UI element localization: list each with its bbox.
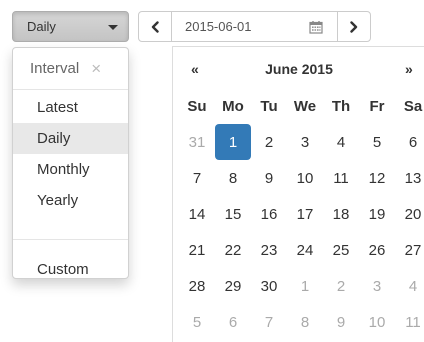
calendar-day[interactable]: 9	[323, 304, 359, 340]
calendar-day-selected[interactable]: 1	[215, 124, 251, 160]
calendar-month-title: June 2015	[265, 61, 333, 77]
calendar-day[interactable]: 31	[179, 124, 215, 160]
calendar-day[interactable]: 10	[359, 304, 395, 340]
menu-item-monthly[interactable]: Monthly	[13, 154, 128, 185]
caret-down-icon	[108, 25, 118, 30]
calendar-week-row: 28 29 30 1 2 3 4	[179, 268, 424, 304]
close-icon[interactable]: ×	[91, 60, 101, 77]
calendar-week-row: 5 6 7 8 9 10 11	[179, 304, 424, 340]
calendar-day[interactable]: 4	[395, 268, 424, 304]
menu-divider	[13, 239, 128, 240]
calendar-prev-month-button[interactable]: «	[191, 61, 199, 77]
calendar-day[interactable]: 29	[215, 268, 251, 304]
calendar-day[interactable]: 6	[215, 304, 251, 340]
weekday-label: Fr	[369, 97, 385, 115]
calendar-day[interactable]: 5	[359, 124, 395, 160]
calendar-day[interactable]: 17	[287, 196, 323, 232]
calendar-day[interactable]: 9	[251, 160, 287, 196]
calendar-day[interactable]: 4	[323, 124, 359, 160]
calendar-day[interactable]: 1	[287, 268, 323, 304]
chevron-left-icon	[151, 20, 159, 33]
weekday-label: Su	[187, 97, 207, 115]
date-input[interactable]: 2015-06-01	[171, 11, 338, 42]
calendar-day[interactable]: 7	[179, 160, 215, 196]
interval-dropdown-button[interactable]: Daily	[12, 11, 129, 42]
calendar-day[interactable]: 22	[215, 232, 251, 268]
weekday-label: Sa	[403, 97, 423, 115]
calendar-day[interactable]: 3	[287, 124, 323, 160]
calendar-day[interactable]: 3	[359, 268, 395, 304]
interval-menu-header: Interval ×	[13, 48, 128, 90]
calendar-day[interactable]: 15	[215, 196, 251, 232]
calendar-week-row: 21 22 23 24 25 26 27	[179, 232, 424, 268]
previous-date-button[interactable]	[138, 11, 172, 42]
calendar-day[interactable]: 13	[395, 160, 424, 196]
weekday-label: Tu	[260, 97, 278, 115]
calendar-day[interactable]: 25	[323, 232, 359, 268]
chevron-right-icon	[350, 20, 358, 33]
calendar-day[interactable]: 19	[359, 196, 395, 232]
calendar-day[interactable]: 18	[323, 196, 359, 232]
interval-menu-title: Interval	[30, 60, 80, 77]
calendar-day[interactable]: 16	[251, 196, 287, 232]
menu-item-yearly[interactable]: Yearly	[13, 185, 128, 216]
menu-item-custom[interactable]: Custom	[13, 254, 128, 285]
calendar-day[interactable]: 11	[395, 304, 424, 340]
calendar-day[interactable]: 10	[287, 160, 323, 196]
weekday-header-row: Su Mo Tu We Th Fr Sa	[179, 88, 424, 124]
calendar-day[interactable]: 12	[359, 160, 395, 196]
calendar-day[interactable]: 7	[251, 304, 287, 340]
calendar-day[interactable]: 24	[287, 232, 323, 268]
calendar-next-month-button[interactable]: »	[405, 61, 413, 77]
calendar-day[interactable]: 2	[323, 268, 359, 304]
weekday-label: Th	[331, 97, 351, 115]
calendar-week-row: 14 15 16 17 18 19 20	[179, 196, 424, 232]
calendar-grid: Su Mo Tu We Th Fr Sa 31 1 2 3 4 5 6 7 8 9 10 11 12 13 14 15 16…	[179, 88, 424, 340]
calendar-day[interactable]: 11	[323, 160, 359, 196]
calendar-week-row: 7 8 9 10 11 12 13	[179, 160, 424, 196]
next-date-button[interactable]	[337, 11, 371, 42]
calendar-popup: June 2015 « » Su Mo Tu We Th Fr Sa 31 1 2 3 4 5 6 7 8 9…	[172, 46, 424, 342]
date-input-value: 2015-06-01	[185, 19, 252, 34]
calendar-day[interactable]: 8	[215, 160, 251, 196]
calendar-day[interactable]: 20	[395, 196, 424, 232]
calendar-day[interactable]: 5	[179, 304, 215, 340]
calendar-week-row: 31 1 2 3 4 5 6	[179, 124, 424, 160]
interval-dropdown-label: Daily	[27, 19, 56, 34]
calendar-icon[interactable]	[309, 20, 323, 34]
menu-item-latest[interactable]: Latest	[13, 92, 128, 123]
interval-menu: Interval × Latest Daily Monthly Yearly C…	[12, 47, 129, 279]
calendar-day[interactable]: 21	[179, 232, 215, 268]
weekday-label: Mo	[222, 97, 244, 115]
calendar-day[interactable]: 30	[251, 268, 287, 304]
calendar-day[interactable]: 23	[251, 232, 287, 268]
calendar-day[interactable]: 8	[287, 304, 323, 340]
calendar-day[interactable]: 14	[179, 196, 215, 232]
menu-item-daily[interactable]: Daily	[13, 123, 128, 154]
calendar-day[interactable]: 28	[179, 268, 215, 304]
calendar-day[interactable]: 6	[395, 124, 424, 160]
calendar-day[interactable]: 2	[251, 124, 287, 160]
weekday-label: We	[293, 97, 317, 115]
calendar-header: June 2015 « »	[173, 61, 424, 83]
calendar-day[interactable]: 26	[359, 232, 395, 268]
calendar-day[interactable]: 27	[395, 232, 424, 268]
